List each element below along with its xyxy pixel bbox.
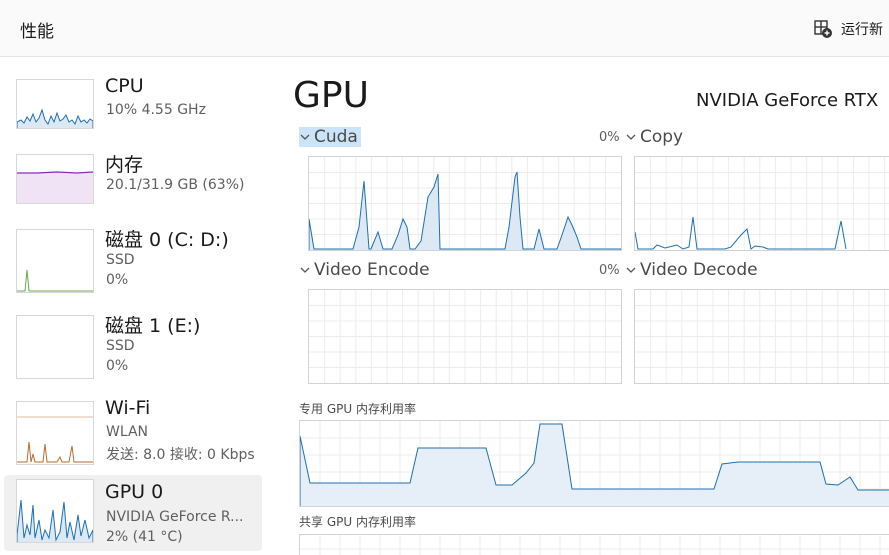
cuda-graph xyxy=(308,156,622,251)
sidebar-item-wifi[interactable]: Wi-Fi WLAN 发送: 8.0 接收: 0 Kbps xyxy=(4,397,262,473)
sidebar-item-name: GPU 0 xyxy=(105,481,164,503)
copy-graph xyxy=(634,156,889,251)
wifi-mini-graph xyxy=(16,401,94,465)
title-bar: 性能 运行新 xyxy=(0,0,889,57)
dedicated-memory-label: 专用 GPU 内存利用率 xyxy=(299,402,416,416)
shared-memory-label: 共享 GPU 内存利用率 xyxy=(299,515,416,529)
disk0-mini-graph xyxy=(16,229,94,293)
sidebar-item-usage: 0% xyxy=(106,358,129,374)
dedicated-memory-graph xyxy=(299,420,889,507)
engine-cuda: Cuda 0% xyxy=(299,127,622,251)
sidebar-item-name: 磁盘 0 (C: D:) xyxy=(105,229,229,251)
gpu-mini-graph xyxy=(16,479,94,543)
gpu-title: GPU xyxy=(293,75,369,116)
sidebar-item-usage: 0% xyxy=(106,272,129,288)
sidebar-item-gpu-0[interactable]: GPU 0 NVIDIA GeForce R... 2% (41 °C) xyxy=(4,475,262,551)
chevron-down-icon xyxy=(626,134,636,140)
engine-selector-video-encode[interactable]: Video Encode xyxy=(299,260,430,280)
sidebar-item-model: NVIDIA GeForce R... xyxy=(106,509,244,525)
engine-copy: Copy xyxy=(625,127,889,251)
sidebar-item-type: SSD xyxy=(106,252,135,268)
engine-video-decode: Video Decode xyxy=(625,260,889,384)
sidebar-item-name: 磁盘 1 (E:) xyxy=(105,315,201,337)
cpu-mini-graph xyxy=(16,79,94,129)
engine-label: Video Encode xyxy=(314,260,430,280)
sidebar-item-name: 内存 xyxy=(105,154,144,176)
engine-selector-copy[interactable]: Copy xyxy=(625,127,683,147)
engine-label: Copy xyxy=(640,127,684,147)
engine-label: Cuda xyxy=(314,127,358,147)
sidebar-item-throughput: 发送: 8.0 接收: 0 Kbps xyxy=(106,447,255,463)
sidebar-item-type: WLAN xyxy=(106,424,149,440)
sidebar-item-cpu[interactable]: CPU 10% 4.55 GHz xyxy=(4,75,262,151)
gpu-model-name: NVIDIA GeForce RTX xyxy=(696,90,879,111)
sidebar-item-usage: 2% (41 °C) xyxy=(106,529,183,545)
engine-label: Video Decode xyxy=(640,260,758,280)
sidebar-item-detail: 10% 4.55 GHz xyxy=(106,102,206,118)
page-title: 性能 xyxy=(20,22,54,42)
sidebar-item-type: SSD xyxy=(106,338,135,354)
video-decode-graph xyxy=(634,289,889,384)
engine-percent: 0% xyxy=(599,263,620,278)
memory-mini-graph xyxy=(16,154,94,204)
video-encode-graph xyxy=(308,289,622,384)
chevron-down-icon xyxy=(626,267,636,273)
sidebar-item-name: Wi-Fi xyxy=(105,397,151,419)
main-panel: GPU NVIDIA GeForce RTX Cuda 0% Copy Vide… xyxy=(293,57,889,555)
sidebar-item-disk-0[interactable]: 磁盘 0 (C: D:) SSD 0% xyxy=(4,225,262,301)
disk1-mini-graph xyxy=(16,315,94,379)
run-new-task-label: 运行新 xyxy=(841,22,883,38)
engine-selector-cuda[interactable]: Cuda xyxy=(299,127,361,147)
sidebar-item-name: CPU xyxy=(105,75,144,97)
engine-percent: 0% xyxy=(599,130,620,145)
sidebar-item-disk-1[interactable]: 磁盘 1 (E:) SSD 0% xyxy=(4,311,262,387)
sidebar: CPU 10% 4.55 GHz 内存 20.1/31.9 GB (63%) 磁… xyxy=(0,57,270,551)
engine-video-encode: Video Encode 0% xyxy=(299,260,622,384)
engine-selector-video-decode[interactable]: Video Decode xyxy=(625,260,758,280)
chevron-down-icon xyxy=(300,134,310,140)
new-task-icon xyxy=(814,20,832,38)
chevron-down-icon xyxy=(300,267,310,273)
sidebar-item-memory[interactable]: 内存 20.1/31.9 GB (63%) xyxy=(4,150,262,226)
run-new-task-button[interactable]: 运行新 xyxy=(813,16,883,42)
shared-memory-graph xyxy=(299,534,889,555)
sidebar-item-detail: 20.1/31.9 GB (63%) xyxy=(106,177,245,193)
